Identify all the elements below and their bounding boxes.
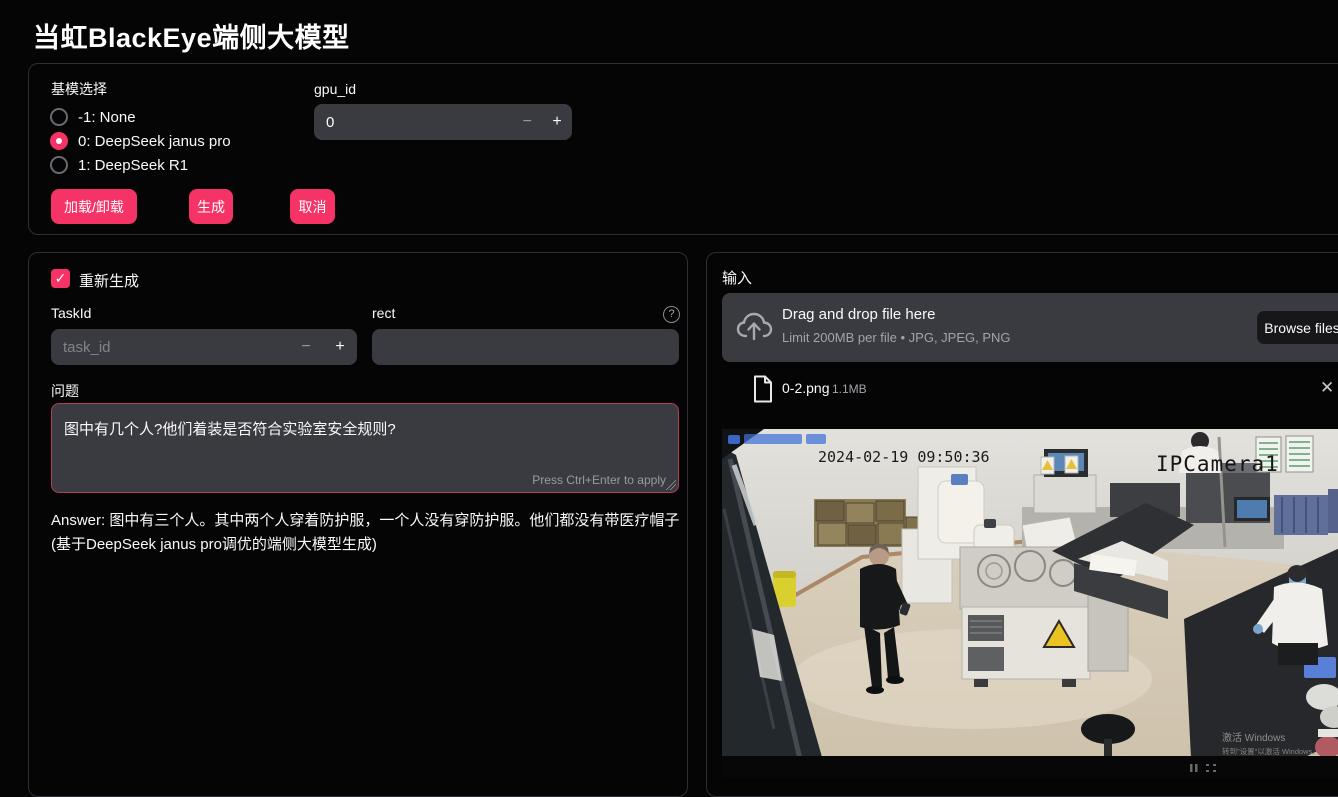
radio-selected-icon[interactable] [50,132,68,150]
activate-windows-watermark-line2: 转到"设置"以激活 Windows。 [1222,746,1320,756]
input-label: 输入 [722,267,752,288]
regenerate-checkbox[interactable]: ✓ [51,269,70,288]
page-title: 当虹BlackEye端侧大模型 [33,16,350,55]
rect-label: rect [372,305,395,321]
apply-hint: Press Ctrl+Enter to apply [532,473,666,487]
radio-group-label: 基模选择 [51,79,107,99]
cloud-upload-icon [736,310,774,344]
radio-option-none[interactable]: -1: None [50,106,136,128]
load-unload-button[interactable]: 加载/卸载 [51,189,137,224]
answer-text: Answer: 图中有三个人。其中两个人穿着防护服，一个人没有穿防护服。他们都没… [51,509,681,557]
browse-files-button[interactable]: Browse files [1256,310,1338,345]
app-root: { "page": { "title": "当虹BlackEye端侧大模型" }… [0,0,1338,777]
blue-cabinets [1274,489,1338,535]
image-timestamp: 2024-02-19 09:50:36 [818,448,990,466]
radio-icon[interactable] [50,156,68,174]
radio-label: 1: DeepSeek R1 [78,157,188,174]
radio-icon[interactable] [50,108,68,126]
radio-label: -1: None [78,109,136,126]
regenerate-label: 重新生成 [79,270,139,291]
gpu-minus-button[interactable]: − [512,113,542,131]
question-label: 问题 [51,381,79,401]
taskid-plus-button[interactable]: + [323,338,357,356]
taskid-minus-button[interactable]: − [289,338,323,356]
model-settings-panel: 基模选择 -1: None 0: DeepSeek janus pro 1: D… [28,63,1338,235]
remove-file-icon[interactable]: ✕ [1320,378,1334,398]
file-dropzone[interactable]: Drag and drop file here Limit 200MB per … [722,293,1338,362]
file-size: 1.1MB [832,382,867,396]
cancel-button[interactable]: 取消 [290,189,335,224]
generate-button[interactable]: 生成 [189,189,233,224]
file-name: 0-2.png [782,380,829,396]
radio-option-r1[interactable]: 1: DeepSeek R1 [50,154,188,176]
uploaded-image: 2024-02-19 09:50:36 IPCamera1 激活 Windows… [722,429,1338,778]
rect-input[interactable] [372,329,679,365]
camera-name-watermark: IPCamera1 [1156,452,1279,476]
resize-grip-icon[interactable] [666,480,676,490]
taskid-stepper: − + [51,329,357,365]
dropzone-title: Drag and drop file here [782,306,935,323]
video-bottom-bar [722,756,1338,778]
file-icon [752,375,774,403]
radio-option-janus-pro[interactable]: 0: DeepSeek janus pro [50,130,231,152]
help-icon[interactable]: ? [663,306,680,323]
activate-windows-watermark: 激活 Windows [1222,731,1285,744]
qa-panel: ✓ 重新生成 TaskId − + rect ? 问题 图中有几个人?他们着装是… [28,252,688,797]
radio-label: 0: DeepSeek janus pro [78,133,231,150]
taskid-label: TaskId [51,305,91,321]
image-input-panel: 输入 Drag and drop file here Limit 200MB p… [706,252,1338,797]
gpu-id-input[interactable] [314,114,512,131]
taskid-input[interactable] [51,339,289,356]
question-box: 图中有几个人?他们着装是否符合实验室安全规则? Press Ctrl+Enter… [51,403,679,493]
check-icon: ✓ [55,270,67,286]
gpu-plus-button[interactable]: + [542,113,572,131]
uploaded-file-row: 0-2.png 1.1MB ✕ [722,373,1338,407]
gpu-id-stepper: − + [314,104,572,140]
dropzone-limit: Limit 200MB per file • JPG, JPEG, PNG [782,330,1011,345]
gpu-id-label: gpu_id [314,81,356,97]
